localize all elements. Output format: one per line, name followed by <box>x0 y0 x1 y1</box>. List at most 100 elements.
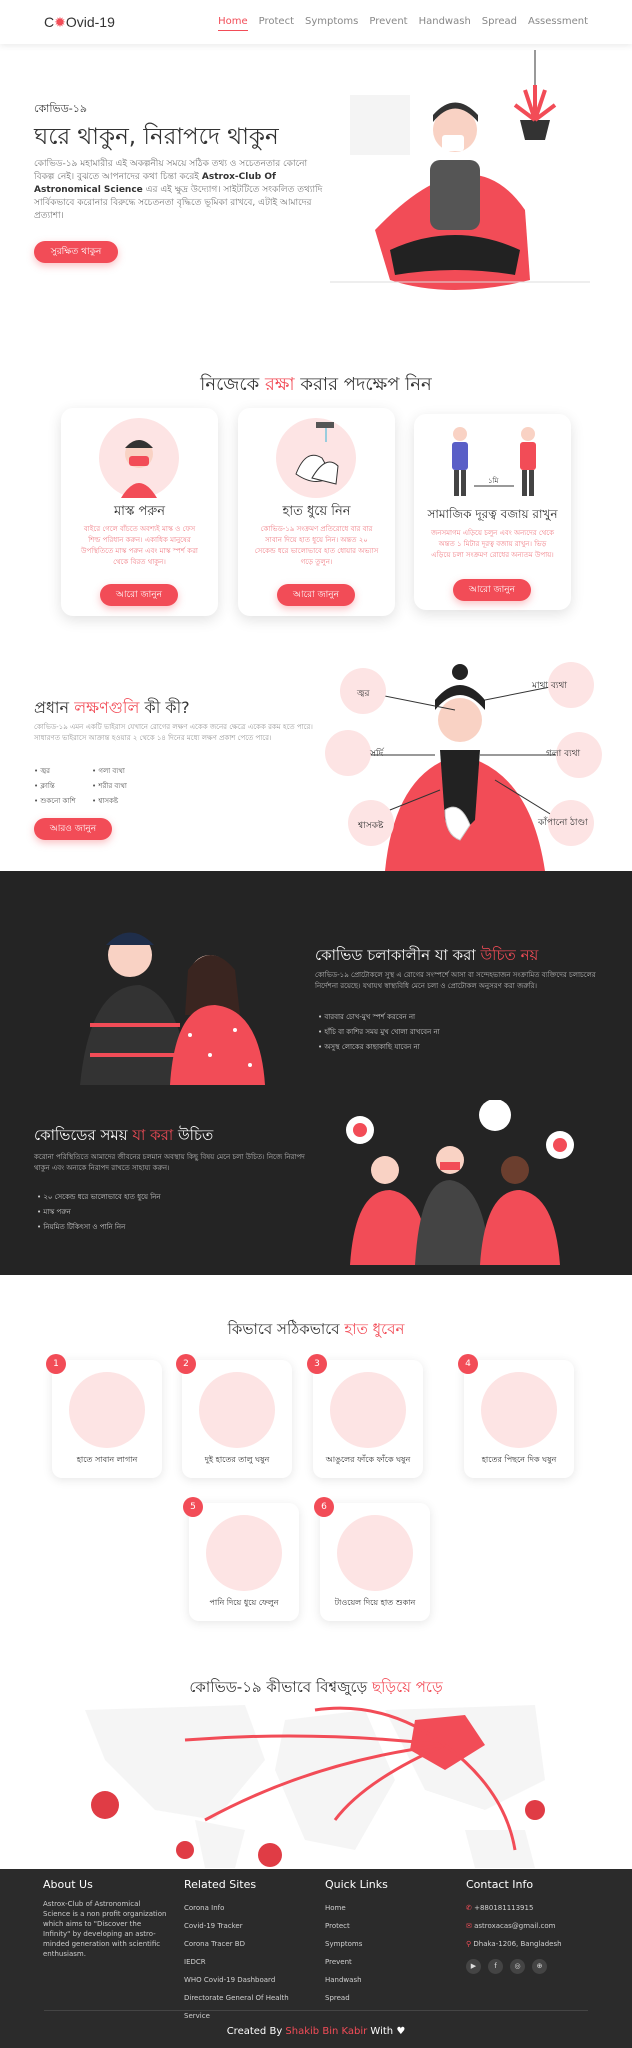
distance-card-text: জনসমাগম এড়িয়ে চলুন এবং অন্যদের থেকে অন… <box>431 529 554 559</box>
handwash-step-3: 3 আঙুলের ফাঁকে ফাঁকে ঘষুন <box>307 1354 423 1478</box>
spread-title: কোভিড-১৯ কীভাবে বিশ্বজুড়ে ছড়িয়ে পড়ে <box>189 1678 443 1696</box>
symptom-circle <box>325 730 371 776</box>
distance-learn-more-button[interactable]: আরো জানুন <box>453 579 531 601</box>
social-distance-icon: ১মি <box>452 427 536 496</box>
quick-link[interactable]: Home <box>325 1899 435 1917</box>
step-number: 4 <box>458 1354 478 1374</box>
do-illustration <box>346 1100 574 1265</box>
related-link[interactable]: Directorate General Of Health Service <box>184 1989 309 2025</box>
symptoms-list-1: জ্বর ক্লান্তি শুকনো কাশি <box>34 764 76 809</box>
palms-icon <box>199 1372 275 1448</box>
related-title: Related Sites <box>184 1878 257 1891</box>
footer-related: Related Sites Corona Info Covid-19 Track… <box>184 1878 309 2025</box>
handwash-step-5: 5 পানি দিয়ে ধুয়ে ফেলুন <box>183 1497 299 1621</box>
step-label: হাতে সাবান লাগান <box>76 1455 138 1464</box>
facebook-icon[interactable]: f <box>488 1959 503 1974</box>
spread-map <box>85 1705 545 1868</box>
symptom-item: ক্লান্তি <box>34 779 76 794</box>
dont-item: হাঁচি বা কাশির সময় মুখ খোলা রাখবেন না <box>318 1025 439 1040</box>
dont-item: অসুস্থ লোকের কাছাকাছি যাবেন না <box>318 1040 440 1055</box>
mask-card-title: মাস্ক পরুন <box>113 504 166 519</box>
wash-hands-icon <box>276 418 356 498</box>
step-number: 6 <box>314 1497 334 1517</box>
hero-kicker: কোভিড-১৯ <box>34 102 88 115</box>
dont-item: বারবার চোখ-মুখ স্পর্শ করবেন না <box>318 1010 440 1025</box>
nav-spread[interactable]: Spread <box>482 16 517 31</box>
dont-illustration <box>80 932 265 1085</box>
symptom-breathing: শ্বাসকষ্ট <box>358 821 384 831</box>
email-icon: ✉ <box>466 1922 472 1930</box>
symptom-headache: মাথা ব্যথা <box>532 681 567 691</box>
symptom-fever: জ্বর <box>357 689 370 699</box>
location-icon: ⚲ <box>466 1940 472 1948</box>
dont-title: কোভিড চলাকালীন যা করা উচিত নয় <box>315 946 539 964</box>
contact-phone[interactable]: +880181113915 <box>474 1904 533 1912</box>
instagram-icon[interactable]: ◎ <box>510 1959 525 1974</box>
shirt-shape <box>430 160 480 230</box>
handwash-card-title: হাত ধুয়ে নিন <box>282 504 351 519</box>
step-label: আঙুলের ফাঁকে ফাঁকে ঘষুন <box>325 1455 411 1464</box>
heart-icon: ♥ <box>396 2026 406 2037</box>
plant-pot <box>520 120 550 140</box>
do-text: করোনা পরিস্থিতিতে আমাদের জীবনের চলমান অব… <box>34 1153 305 1172</box>
about-title: About Us <box>43 1878 93 1891</box>
quick-link[interactable]: Handwash <box>325 1971 435 1989</box>
dont-text: কোভিড-১৯ প্রোটোকলে সুস্থ এ রোগের সংস্পর্… <box>315 971 596 990</box>
mask-card-text: বাইরে গেলে বাঁচতে অবশ্যই মাস্ক ও ফেস শিল… <box>81 525 198 566</box>
do-list: ২০ সেকেন্ড ধরে ভালোভাবে হাত ধুয়ে নিন মা… <box>37 1190 161 1235</box>
frame-shape <box>350 95 410 155</box>
handwash-learn-more-button[interactable]: আরো জানুন <box>277 584 355 606</box>
virus-icon: ✹ <box>54 14 66 30</box>
contact-address: Dhaka-1206, Bangladesh <box>473 1940 562 1948</box>
do-title: কোভিডের সময় যা করা উচিত <box>34 1126 214 1144</box>
step-number: 5 <box>183 1497 203 1517</box>
distance-label: ১মি <box>488 477 499 485</box>
quick-title: Quick Links <box>325 1878 388 1891</box>
web-icon[interactable]: ⊕ <box>532 1959 547 1974</box>
related-link[interactable]: Corona Info <box>184 1899 309 1917</box>
step-label: দুই হাতের তালু ঘষুন <box>204 1455 270 1464</box>
handwash-card: হাত ধুয়ে নিন কোভিড-১৯ সংক্রমণ প্রতিরোধে… <box>238 408 395 616</box>
author-link[interactable]: Shakib Bin Kabir <box>285 2026 367 2037</box>
contact-email[interactable]: astroxacas@gmail.com <box>474 1922 555 1930</box>
do-item: নিয়মিত টিকিৎসা ও পানি নিন <box>37 1220 161 1235</box>
plant-leaves <box>513 85 557 122</box>
quick-link[interactable]: Protect <box>325 1917 435 1935</box>
nav-symptoms[interactable]: Symptoms <box>305 16 358 31</box>
back-hand-icon <box>481 1372 557 1448</box>
quick-link[interactable]: Spread <box>325 1989 435 2007</box>
nav-protect[interactable]: Protect <box>259 16 294 31</box>
phone-icon: ✆ <box>466 1904 472 1912</box>
handwash-card-text: কোভিড-১৯ সংক্রমণ প্রতিরোধে বার বার সাবান… <box>254 525 379 566</box>
symptoms-title: প্রধান লক্ষণগুলি কী কী? <box>34 698 190 717</box>
about-text: Astrox-Club of Astronomical Science is a… <box>43 1900 167 1958</box>
logo[interactable]: C✹Ovid-19 <box>44 14 115 31</box>
nav-prevent[interactable]: Prevent <box>369 16 407 31</box>
related-link[interactable]: Corona Tracer BD <box>184 1935 309 1953</box>
symptom-item: শরীর ব্যথা <box>92 779 127 794</box>
symptoms-learn-more-button[interactable]: আরও জানুন <box>34 818 112 840</box>
footer-divider <box>44 2010 588 2011</box>
mask-learn-more-button[interactable]: আরো জানুন <box>100 584 178 606</box>
step-label: টাওয়েল দিয়ে হাত শুকান <box>334 1598 416 1607</box>
quick-link[interactable]: Symptoms <box>325 1935 435 1953</box>
do-item: ২০ সেকেন্ড ধরে ভালোভাবে হাত ধুয়ে নিন <box>37 1190 160 1205</box>
related-link[interactable]: IEDCR <box>184 1953 309 1971</box>
stay-safe-button[interactable]: সুরক্ষিত থাকুন <box>34 241 118 263</box>
hero-text: কোভিড-১৯ মহামারীর এই অকল্পনীয় সময়ে সঠি… <box>34 159 323 221</box>
step-label: পানি দিয়ে ধুয়ে ফেলুন <box>209 1598 279 1607</box>
nav-assessment[interactable]: Assessment <box>528 16 588 31</box>
symptoms-list-2: গলা ব্যথা শরীর ব্যথা শ্বাসকষ্ট <box>92 764 127 809</box>
hero-title: ঘরে থাকুন, নিরাপদে থাকুন <box>34 124 279 150</box>
dont-list: বারবার চোখ-মুখ স্পর্শ করবেন না হাঁচি বা … <box>318 1010 440 1055</box>
towel-icon <box>337 1515 413 1591</box>
youtube-icon[interactable]: ▶ <box>466 1959 481 1974</box>
quick-link[interactable]: Prevent <box>325 1953 435 1971</box>
handwash-step-4: 4 হাতের পিছনে দিক ঘষুন <box>458 1354 574 1478</box>
tissue-shape <box>442 135 464 151</box>
nav-handwash[interactable]: Handwash <box>419 16 471 31</box>
fingers-icon <box>330 1372 406 1448</box>
related-link[interactable]: Covid-19 Tracker <box>184 1917 309 1935</box>
related-link[interactable]: WHO Covid-19 Dashboard <box>184 1971 309 1989</box>
nav-home[interactable]: Home <box>218 16 248 31</box>
